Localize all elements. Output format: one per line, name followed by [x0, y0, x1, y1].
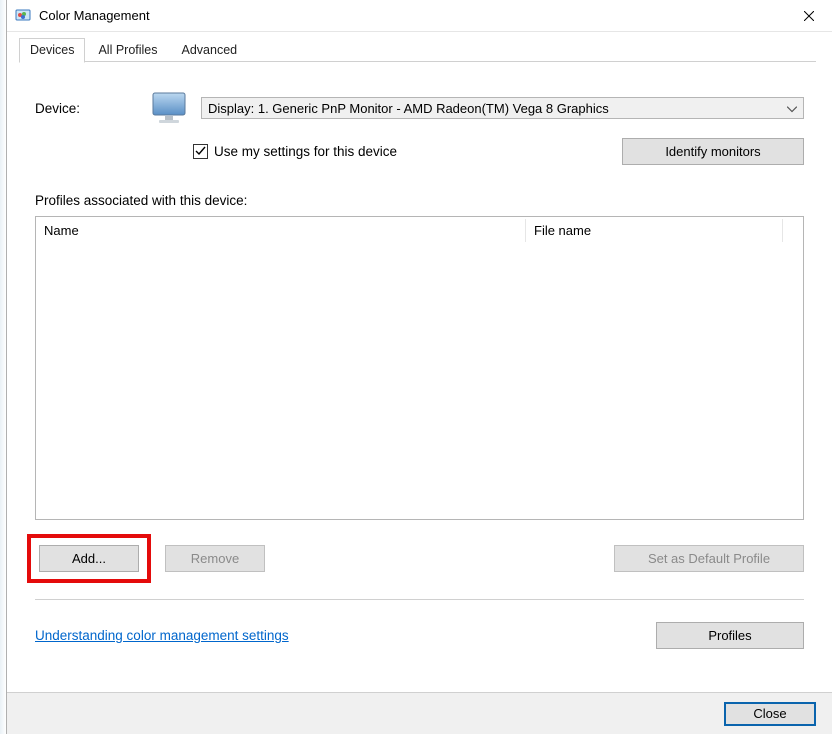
monitor-icon [149, 90, 193, 126]
profiles-button[interactable]: Profiles [656, 622, 804, 649]
device-dropdown-value: Display: 1. Generic PnP Monitor - AMD Ra… [208, 101, 609, 116]
tab-devices[interactable]: Devices [19, 38, 85, 63]
device-dropdown[interactable]: Display: 1. Generic PnP Monitor - AMD Ra… [201, 97, 804, 119]
color-management-icon [15, 8, 31, 24]
separator [35, 599, 804, 600]
tab-advanced[interactable]: Advanced [171, 38, 249, 62]
identify-monitors-button[interactable]: Identify monitors [622, 138, 804, 165]
checkbox-icon [193, 144, 208, 159]
add-button[interactable]: Add... [39, 545, 139, 572]
set-default-profile-button[interactable]: Set as Default Profile [614, 545, 804, 572]
remove-button[interactable]: Remove [165, 545, 265, 572]
use-my-settings-label: Use my settings for this device [214, 144, 397, 159]
add-button-highlight: Add... [27, 534, 151, 583]
column-header-name[interactable]: Name [36, 219, 526, 242]
close-button[interactable]: Close [724, 702, 816, 726]
column-header-tail[interactable] [783, 226, 803, 234]
profiles-header: Name File name [36, 217, 803, 243]
profiles-heading: Profiles associated with this device: [35, 193, 804, 208]
chevron-down-icon [787, 101, 797, 116]
understanding-color-link[interactable]: Understanding color management settings [35, 628, 289, 643]
device-label: Device: [35, 101, 145, 116]
close-icon [804, 11, 814, 21]
color-management-window: Color Management Devices All Profiles Ad… [6, 0, 832, 734]
tab-all-profiles[interactable]: All Profiles [87, 38, 168, 62]
dialog-bottom-bar: Close [7, 692, 832, 734]
tab-strip: Devices All Profiles Advanced [7, 34, 832, 62]
use-my-settings-checkbox[interactable]: Use my settings for this device [193, 144, 397, 159]
window-title: Color Management [39, 8, 150, 23]
titlebar: Color Management [7, 0, 832, 32]
window-close-button[interactable] [786, 0, 832, 32]
column-header-file-name[interactable]: File name [526, 219, 783, 242]
profiles-body [36, 243, 803, 519]
profiles-listview[interactable]: Name File name [35, 216, 804, 520]
tab-content: Device: Display: 1. Generic PnP Monitor … [7, 62, 832, 659]
